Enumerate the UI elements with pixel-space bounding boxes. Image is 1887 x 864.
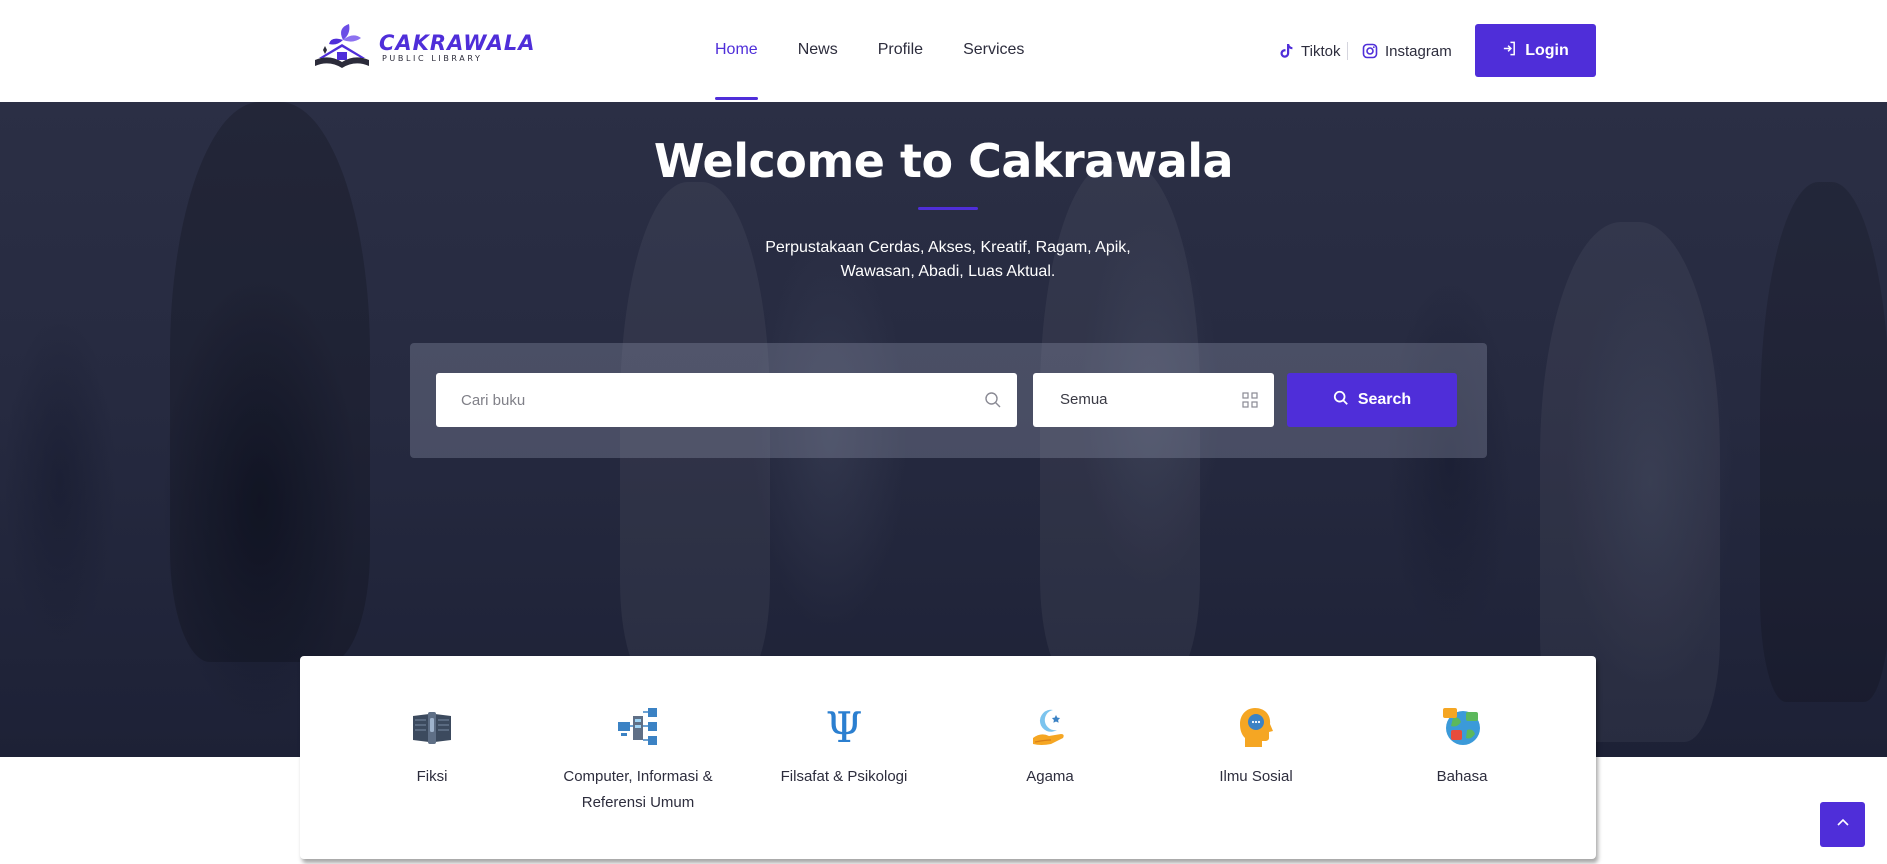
category-item-agama[interactable]: Agama [947, 704, 1153, 790]
tiktok-label: Tiktok [1301, 42, 1341, 60]
category-label: Fiksi [416, 768, 448, 785]
category-label: Filsafat & Psikologi [780, 768, 908, 785]
head-chat-icon [1240, 708, 1273, 747]
category-label: Ilmu Sosial [1219, 768, 1293, 785]
category-item-fiksi[interactable]: Fiksi [329, 704, 535, 790]
globe-icon [1443, 708, 1480, 745]
search-button-label: Search [1357, 391, 1412, 408]
category-label: Agama [1026, 768, 1074, 785]
category-item-filsafat[interactable]: Ψ Filsafat & Psikologi [741, 704, 947, 790]
nav-services[interactable]: Services [963, 0, 1024, 102]
svg-text:Ψ: Ψ [826, 704, 863, 750]
category-card: Fiksi Computer, Informasi & Referensi Um… [300, 656, 1596, 859]
back-to-top-button[interactable] [1820, 802, 1865, 847]
login-icon [1502, 41, 1517, 61]
nav-news[interactable]: News [798, 0, 838, 102]
hero-title-underline [918, 207, 978, 210]
brand-name: CAKRAWALA [379, 31, 536, 55]
crescent-hand-icon [1033, 709, 1064, 745]
brand-logo[interactable]: CAKRAWALA PUBLIC LIBRARY [309, 20, 535, 76]
search-button-icon [1333, 390, 1349, 411]
psi-icon: Ψ [826, 704, 863, 750]
search-button[interactable]: Search [1287, 373, 1457, 427]
category-item-bahasa[interactable]: Bahasa [1359, 704, 1565, 790]
nav-home[interactable]: Home [715, 0, 758, 102]
chevron-up-icon [1835, 814, 1851, 835]
hero-background-figure [1760, 182, 1887, 702]
nav-profile[interactable]: Profile [878, 0, 923, 102]
grid-icon [1242, 392, 1258, 408]
category-item-computer[interactable]: Computer, Informasi & Referensi Umum [535, 704, 741, 816]
instagram-label: Instagram [1385, 42, 1452, 60]
login-button[interactable]: Login [1475, 24, 1596, 77]
hero-title: Welcome to Cakrawala [653, 134, 1234, 188]
instagram-icon [1362, 43, 1378, 59]
brand-tagline: PUBLIC LIBRARY [382, 54, 483, 63]
search-icon [984, 391, 1002, 409]
login-label: Login [1525, 41, 1569, 59]
library-logo-icon [315, 24, 369, 68]
hero-subtitle: Perpustakaan Cerdas, Akses, Kreatif, Rag… [765, 239, 1131, 280]
book-icon [413, 712, 451, 744]
network-icon [618, 708, 657, 745]
site-header: CAKRAWALA PUBLIC LIBRARY Home News Profi… [0, 0, 1887, 102]
search-panel: Semua Search [410, 343, 1487, 458]
instagram-link[interactable]: Instagram [1362, 0, 1452, 102]
main-nav: Home News Profile Services [715, 0, 1064, 102]
category-select[interactable]: Semua [1033, 373, 1274, 427]
category-item-ilmu-sosial[interactable]: Ilmu Sosial [1153, 704, 1359, 790]
category-label: Computer, Informasi & Referensi Umum [563, 768, 713, 811]
tiktok-link[interactable]: Tiktok [1278, 0, 1340, 102]
category-label: Bahasa [1436, 768, 1488, 785]
search-input[interactable] [436, 373, 1017, 427]
tiktok-icon [1278, 43, 1294, 59]
social-divider [1347, 42, 1348, 60]
